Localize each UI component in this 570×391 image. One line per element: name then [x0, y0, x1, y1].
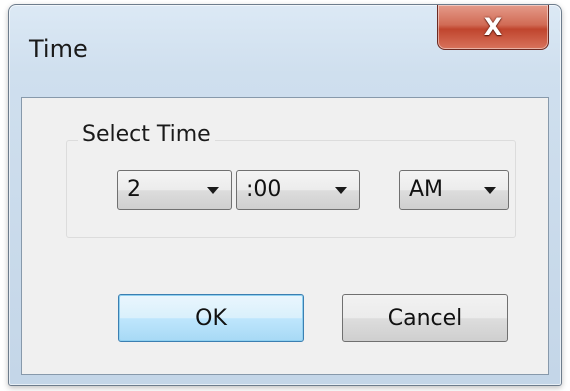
chevron-down-icon — [207, 187, 219, 194]
ok-button-label: OK — [195, 305, 227, 331]
window-title: Time — [29, 35, 88, 63]
minute-value: :00 — [246, 177, 282, 202]
ok-button[interactable]: OK — [118, 294, 304, 342]
time-dialog: Time X Select Time 2 :00 AM OK Cancel — [8, 4, 562, 386]
close-button[interactable]: X — [437, 5, 549, 50]
chevron-down-icon — [335, 187, 347, 194]
cancel-button-label: Cancel — [387, 305, 463, 331]
cancel-button[interactable]: Cancel — [342, 294, 508, 342]
chevron-down-icon — [484, 187, 496, 194]
minute-select[interactable]: :00 — [236, 170, 360, 210]
close-icon: X — [483, 13, 503, 41]
ampm-value: AM — [409, 177, 444, 202]
ampm-select[interactable]: AM — [399, 170, 509, 210]
dialog-body: Select Time 2 :00 AM OK Cancel — [21, 97, 549, 375]
hour-value: 2 — [127, 177, 141, 202]
hour-select[interactable]: 2 — [117, 170, 232, 210]
group-label: Select Time — [78, 122, 215, 147]
